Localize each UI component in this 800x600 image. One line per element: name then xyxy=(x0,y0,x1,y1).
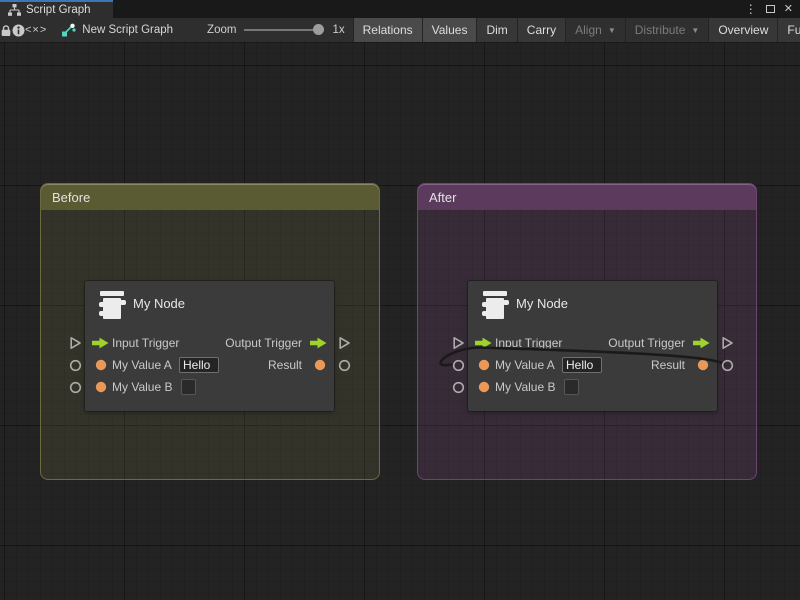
chevron-down-icon: ▼ xyxy=(608,26,616,35)
value-output-port[interactable] xyxy=(314,359,326,371)
outer-value-port[interactable] xyxy=(452,359,465,372)
value-output-port[interactable] xyxy=(697,359,709,371)
port-label: My Value B xyxy=(112,376,172,398)
zoom-label: Zoom xyxy=(207,24,236,36)
chevron-down-icon: ▼ xyxy=(691,26,699,35)
group-before-header[interactable]: Before xyxy=(41,184,379,210)
new-script-graph-button[interactable]: New Script Graph xyxy=(47,18,183,42)
new-script-graph-label: New Script Graph xyxy=(82,24,173,36)
outer-value-port[interactable] xyxy=(721,359,734,372)
node-header: My Node xyxy=(468,281,717,329)
lock-icon xyxy=(0,24,12,37)
node-header: My Node xyxy=(85,281,334,329)
dim-button[interactable]: Dim xyxy=(476,18,516,42)
outer-value-port[interactable] xyxy=(69,381,82,394)
outer-exec-output-port[interactable] xyxy=(721,336,734,350)
port-label: Result xyxy=(651,354,685,376)
outer-value-port[interactable] xyxy=(69,359,82,372)
outer-exec-input-port[interactable] xyxy=(452,336,465,350)
zoom-control: Zoom 1x xyxy=(183,18,345,42)
value-input-port[interactable] xyxy=(95,381,107,393)
tab-script-graph[interactable]: Script Graph xyxy=(0,0,113,18)
trigger-row: Input Trigger Output Trigger xyxy=(85,332,334,354)
outer-value-port[interactable] xyxy=(452,381,465,394)
outer-exec-input-port[interactable] xyxy=(69,336,82,350)
value-a-input[interactable] xyxy=(179,357,219,373)
exec-input-port[interactable] xyxy=(475,337,492,349)
value-input-port[interactable] xyxy=(478,359,490,371)
code-view-glyph: <×> xyxy=(25,24,47,36)
port-label: My Value B xyxy=(495,376,555,398)
value-a-row: My Value A Result xyxy=(85,354,334,376)
tab-bar: Script Graph ⋮ ✕ xyxy=(0,0,800,18)
exec-output-port[interactable] xyxy=(310,337,327,349)
script-graph-window: Script Graph ⋮ ✕ <×> xyxy=(0,0,800,600)
value-a-input[interactable] xyxy=(562,357,602,373)
port-label: My Value A xyxy=(112,354,172,376)
trigger-row: Input Trigger Output Trigger xyxy=(468,332,717,354)
info-icon xyxy=(12,24,25,37)
port-label: Output Trigger xyxy=(608,332,685,354)
port-label: Input Trigger xyxy=(495,332,562,354)
value-b-input[interactable] xyxy=(181,379,196,395)
unit-icon xyxy=(482,290,509,321)
menu-icon[interactable]: ⋮ xyxy=(745,3,757,15)
value-b-row: My Value B xyxy=(468,376,717,398)
node-after-my-node[interactable]: My Node Input Trigger Output Trigger My … xyxy=(468,281,717,411)
zoom-slider-track xyxy=(244,29,324,31)
zoom-slider[interactable] xyxy=(244,24,324,36)
outer-value-port[interactable] xyxy=(338,359,351,372)
node-before-my-node[interactable]: My Node Input Trigger Output Trigger My … xyxy=(85,281,334,411)
value-b-row: My Value B xyxy=(85,376,334,398)
window-controls: ⋮ ✕ xyxy=(745,0,800,18)
values-button[interactable]: Values xyxy=(422,18,477,42)
port-label: My Value A xyxy=(495,354,555,376)
zoom-slider-handle[interactable] xyxy=(313,24,324,35)
lock-button[interactable] xyxy=(0,18,12,42)
graph-toolbar: <×> New Script Graph Zoom 1x Relations V… xyxy=(0,18,800,43)
maximize-icon[interactable] xyxy=(766,5,775,13)
zoom-value: 1x xyxy=(332,24,344,36)
value-b-input[interactable] xyxy=(564,379,579,395)
unit-icon xyxy=(99,290,126,321)
exec-input-port[interactable] xyxy=(92,337,109,349)
info-button[interactable] xyxy=(12,18,25,42)
distribute-dropdown[interactable]: Distribute ▼ xyxy=(625,18,709,42)
close-icon[interactable]: ✕ xyxy=(784,4,793,15)
outer-exec-output-port[interactable] xyxy=(338,336,351,350)
value-a-row: My Value A Result xyxy=(468,354,717,376)
group-after-title: After xyxy=(429,190,456,205)
hierarchy-icon xyxy=(8,4,21,16)
overview-button[interactable]: Overview xyxy=(708,18,777,42)
port-label: Input Trigger xyxy=(112,332,179,354)
graph-canvas[interactable]: Before After My Node Input Trigger xyxy=(0,43,800,600)
align-dropdown[interactable]: Align ▼ xyxy=(565,18,625,42)
relations-button[interactable]: Relations xyxy=(353,18,422,42)
port-label: Output Trigger xyxy=(225,332,302,354)
code-view-button[interactable]: <×> xyxy=(25,18,47,42)
graph-node-icon xyxy=(61,23,76,37)
carry-button[interactable]: Carry xyxy=(517,18,565,42)
exec-output-port[interactable] xyxy=(693,337,710,349)
toolbar-button-group: Relations Values Dim Carry Align ▼ Distr… xyxy=(353,18,800,42)
group-before-title: Before xyxy=(52,190,90,205)
group-after-header[interactable]: After xyxy=(418,184,756,210)
node-title: My Node xyxy=(516,296,568,311)
node-title: My Node xyxy=(133,296,185,311)
port-label: Result xyxy=(268,354,302,376)
value-input-port[interactable] xyxy=(95,359,107,371)
full-screen-button[interactable]: Full Screen xyxy=(777,18,800,42)
value-input-port[interactable] xyxy=(478,381,490,393)
tab-title: Script Graph xyxy=(26,4,91,16)
